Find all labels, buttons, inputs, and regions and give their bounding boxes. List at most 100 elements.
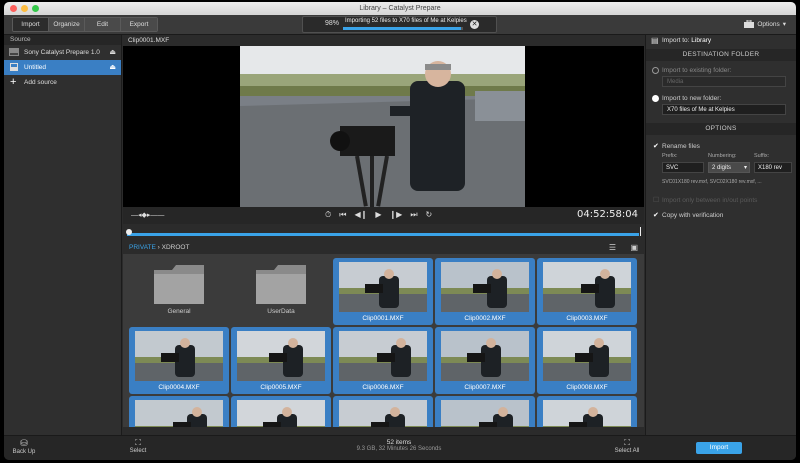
- step-forward-icon[interactable]: ❙▶: [389, 210, 402, 220]
- new-folder-input[interactable]: X70 files of Me at Kelpies: [662, 104, 786, 115]
- clip-label: Clip0004.MXF: [158, 384, 200, 391]
- suffix-input[interactable]: X180 rev: [754, 162, 792, 173]
- clip-thumbnail[interactable]: [231, 396, 331, 427]
- play-icon[interactable]: ▶: [375, 210, 381, 220]
- app-window: Library – Catalyst Prepare Import Organi…: [4, 2, 796, 460]
- status-bar: ⛁ Back Up ⛶ Select 52 items 9.3 GB, 32 M…: [4, 435, 796, 460]
- video-frame[interactable]: [240, 46, 525, 207]
- clip-thumbnail[interactable]: Clip0002.MXF: [435, 258, 535, 325]
- numbering-label: Numbering:: [708, 153, 737, 159]
- window-title: Library – Catalyst Prepare: [359, 5, 441, 12]
- close-window-button[interactable]: [10, 5, 17, 12]
- clip-thumbnail[interactable]: [537, 396, 637, 427]
- clip-thumbnail[interactable]: Clip0007.MXF: [435, 327, 535, 394]
- new-folder-option[interactable]: Import to new folder:: [646, 93, 796, 104]
- existing-folder-radio[interactable]: [652, 67, 659, 74]
- clip-thumbnail-image: [543, 400, 631, 427]
- clip-thumbnail[interactable]: [333, 396, 433, 427]
- shuttle-control[interactable]: —◂◆▸——: [131, 211, 164, 219]
- out-point-marker[interactable]: [640, 227, 641, 236]
- chevron-down-icon: ▾: [782, 21, 786, 28]
- video-area: [123, 46, 644, 207]
- suffix-label: Suffix:: [754, 153, 770, 159]
- clip-thumbnail[interactable]: [129, 396, 229, 427]
- clip-thumbnail[interactable]: [435, 396, 535, 427]
- options-button[interactable]: Options ▾: [744, 20, 786, 28]
- import-button[interactable]: Import: [696, 442, 742, 454]
- add-source-button[interactable]: + Add source: [4, 75, 121, 90]
- folder-label: General: [167, 308, 191, 315]
- tab-organize[interactable]: Organize: [49, 18, 85, 31]
- clip-label: Clip0006.MXF: [362, 384, 404, 391]
- prefix-input[interactable]: SVC: [662, 162, 704, 173]
- clip-thumbnail[interactable]: Clip0006.MXF: [333, 327, 433, 394]
- copy-verification-label: Copy with verification: [662, 212, 724, 219]
- clip-thumbnail[interactable]: Clip0005.MXF: [231, 327, 331, 394]
- folder-userdata[interactable]: UserData: [231, 258, 331, 325]
- clip-thumbnail[interactable]: Clip0001.MXF: [333, 258, 433, 325]
- select-all-label: Select All: [614, 448, 640, 454]
- clip-title: Clip0001.MXF: [123, 35, 644, 46]
- drive-icon: [9, 48, 19, 56]
- clip-thumbnail[interactable]: Clip0003.MXF: [537, 258, 637, 325]
- go-to-end-icon[interactable]: ⏭: [410, 210, 417, 220]
- source-item-untitled[interactable]: Untitled ⏏: [4, 60, 121, 75]
- select-all-button[interactable]: ⛶ Select All: [612, 438, 642, 454]
- timecode-display: 04:52:58:04: [576, 209, 638, 220]
- cancel-import-icon[interactable]: ✕: [470, 20, 479, 29]
- in-out-points-label: Import only between in/out points: [662, 197, 758, 204]
- plus-icon: +: [10, 76, 17, 88]
- new-folder-radio[interactable]: [652, 95, 659, 102]
- import-destination-header[interactable]: ▤ Import to: Library: [646, 35, 796, 47]
- checkmark-icon[interactable]: ✔: [653, 210, 659, 221]
- go-to-start-icon[interactable]: ⏮: [339, 210, 346, 220]
- clip-label: Clip0001.MXF: [362, 315, 404, 322]
- timer-icon[interactable]: ⏱: [325, 210, 331, 220]
- clip-thumbnail-image: [441, 331, 529, 381]
- copy-verification-option[interactable]: ✔ Copy with verification: [646, 210, 796, 221]
- thumbnail-view-icon[interactable]: ▣: [630, 242, 638, 253]
- panel-toggle-icon[interactable]: ▤: [651, 35, 659, 47]
- timeline[interactable]: [123, 224, 644, 240]
- numbering-value: 2 digits: [712, 165, 732, 171]
- clip-thumbnail-image: [135, 331, 223, 381]
- breadcrumb-xdroot[interactable]: XDROOT: [162, 244, 190, 251]
- item-size-duration: 9.3 GB, 32 Minutes 26 Seconds: [356, 446, 442, 452]
- breadcrumb: PRIVATE › XDROOT ☰ ▣: [123, 242, 644, 253]
- progress-fill: [343, 27, 461, 30]
- source-item-catalyst[interactable]: Sony Catalyst Prepare 1.0 ⏏: [4, 45, 121, 60]
- playhead-handle[interactable]: [126, 229, 132, 235]
- clip-thumbnail-image: [237, 400, 325, 427]
- select-label: Select: [129, 448, 147, 454]
- progress-percent: 98%: [325, 20, 340, 27]
- checkmark-icon[interactable]: ✔: [653, 141, 659, 152]
- breadcrumb-private[interactable]: PRIVATE: [129, 244, 156, 251]
- title-bar: Library – Catalyst Prepare: [4, 2, 796, 15]
- rename-files-option[interactable]: ✔ Rename files: [646, 141, 796, 152]
- clip-thumbnail[interactable]: Clip0004.MXF: [129, 327, 229, 394]
- minimize-window-button[interactable]: [21, 5, 28, 12]
- card-icon: [10, 63, 18, 71]
- clip-thumbnail-image: [237, 331, 325, 381]
- list-view-icon[interactable]: ☰: [609, 242, 616, 253]
- rename-fields: Prefix: Numbering: Suffix: SVC 2 digits ▾…: [646, 153, 796, 175]
- prefix-label: Prefix:: [662, 153, 678, 159]
- options-label: Options: [757, 20, 780, 28]
- eject-icon[interactable]: ⏏: [109, 45, 116, 60]
- tab-export[interactable]: Export: [121, 18, 157, 31]
- tab-edit[interactable]: Edit: [85, 18, 121, 31]
- eject-icon[interactable]: ⏏: [109, 60, 116, 75]
- existing-folder-option[interactable]: Import to existing folder:: [646, 65, 796, 76]
- clip-thumbnail-image: [135, 400, 223, 427]
- folder-general[interactable]: General: [129, 258, 229, 325]
- zoom-window-button[interactable]: [32, 5, 39, 12]
- source-item-label: Untitled: [24, 64, 47, 71]
- numbering-select[interactable]: 2 digits ▾: [708, 162, 750, 173]
- back-up-button[interactable]: ⛁ Back Up: [10, 438, 38, 455]
- select-button[interactable]: ⛶ Select: [124, 438, 152, 454]
- loop-icon[interactable]: ↻: [426, 210, 433, 220]
- tab-import[interactable]: Import: [13, 18, 49, 31]
- clip-thumbnail-image: [543, 331, 631, 381]
- step-back-icon[interactable]: ◀❙: [354, 210, 367, 220]
- clip-thumbnail[interactable]: Clip0008.MXF: [537, 327, 637, 394]
